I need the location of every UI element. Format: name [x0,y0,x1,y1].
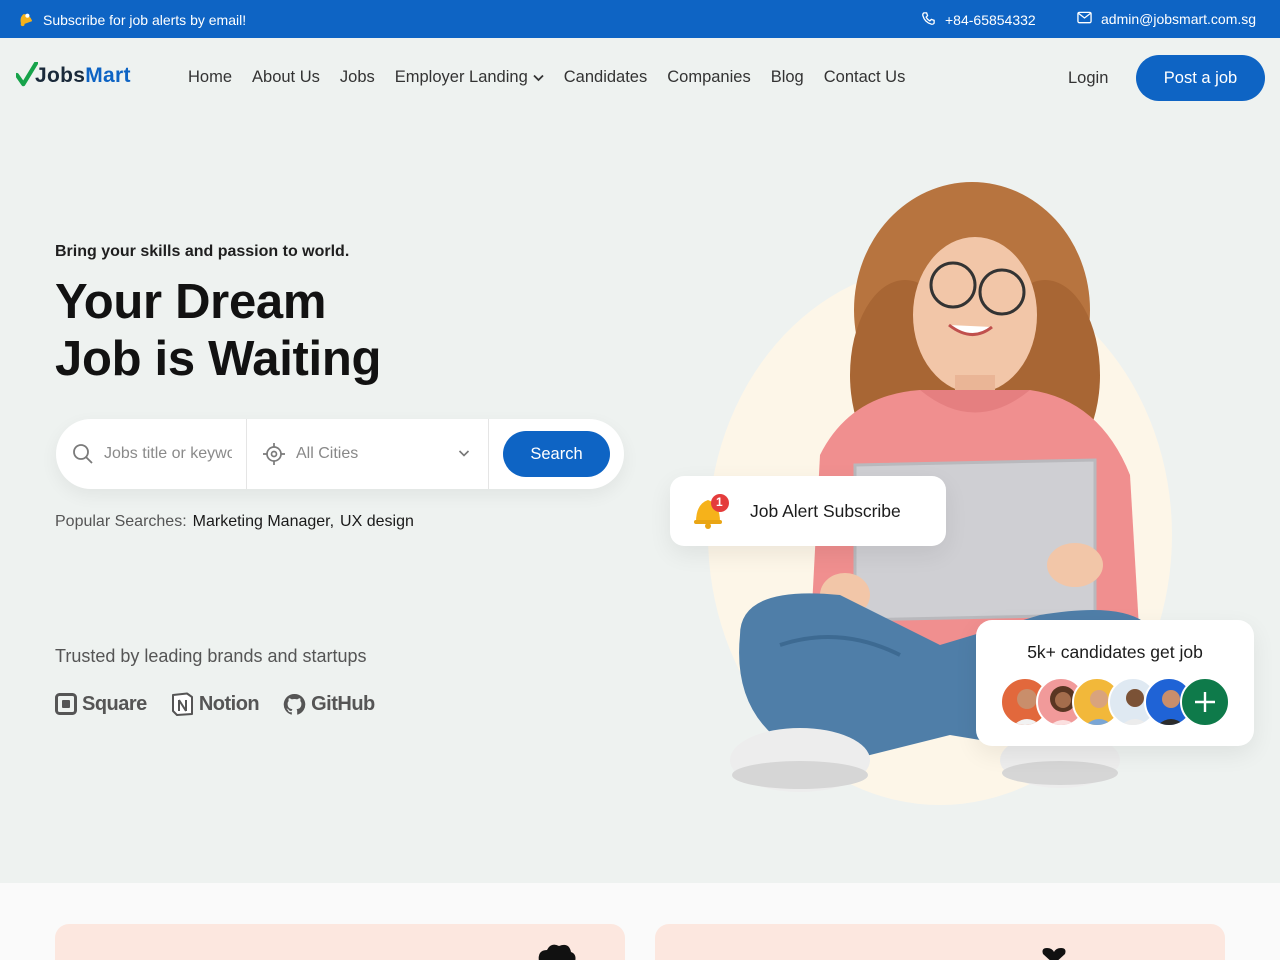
job-search-form: All Cities Search [56,419,624,489]
brand-notion: Notion [171,692,260,716]
brand-github-name: GitHub [311,692,375,715]
heart-icon [1042,948,1066,960]
city-select-value: All Cities [296,445,359,462]
popular-term-ux-design[interactable]: UX design [340,513,414,531]
logo[interactable]: Jobs Mart [16,62,131,88]
hero-headline: Your Dream Job is Waiting [55,274,381,388]
logo-text-mart: Mart [85,64,131,87]
headline-line-2: Job is Waiting [55,332,382,386]
login-link[interactable]: Login [1068,69,1108,88]
city-select[interactable]: All Cities [262,419,470,489]
mail-icon [1077,11,1092,27]
nav-candidates[interactable]: Candidates [564,68,647,87]
hero-tagline: Bring your skills and passion to world. [55,243,350,260]
trusted-by-text: Trusted by leading brands and startups [55,646,367,666]
logo-text-jobs: Jobs [35,64,86,87]
candidates-count-label: 5k+ candidates get job [1027,642,1203,662]
subscribe-banner[interactable]: Subscribe for job alerts by email! [16,10,246,29]
candidates-card: 5k+ candidates get job [976,620,1254,746]
nav-contact-us[interactable]: Contact Us [824,68,906,87]
brand-square-name: Square [82,692,147,715]
location-target-icon [263,443,285,465]
category-card[interactable] [55,924,625,960]
phone-number: +84-65854332 [945,12,1036,28]
chevron-down-icon [458,450,470,457]
github-logo-icon [283,693,306,715]
top-bar: Subscribe for job alerts by email! +84-6… [0,0,1280,38]
notification-bell-icon [694,494,729,529]
main-nav: Home About Us Jobs Employer Landing Cand… [188,68,905,87]
nav-employer-landing[interactable]: Employer Landing [395,68,544,87]
notification-badge: 1 [716,495,723,509]
subscribe-text: Subscribe for job alerts by email! [43,11,247,28]
nav-about-us[interactable]: About Us [252,68,320,87]
job-alert-label: Job Alert Subscribe [750,501,901,521]
job-alert-card[interactable]: 1 Job Alert Subscribe [670,476,946,546]
search-icon [73,444,93,464]
search-divider [246,419,247,489]
search-button[interactable]: Search [503,431,610,477]
post-job-button[interactable]: Post a job [1136,55,1265,101]
category-card[interactable] [655,924,1225,960]
phone-contact[interactable]: +84-65854332 [921,11,1036,29]
nav-blog[interactable]: Blog [771,68,804,87]
brand-notion-name: Notion [198,692,260,715]
headline-line-1: Your Dream [55,275,327,329]
notion-logo-icon [171,692,193,716]
cloud-icon [538,944,576,960]
nav-jobs[interactable]: Jobs [340,68,375,87]
email-contact[interactable]: admin@jobsmart.com.sg [1077,11,1256,27]
keyword-field [72,419,246,489]
nav-home[interactable]: Home [188,68,232,87]
nav-employer-landing-label: Employer Landing [394,68,528,86]
brand-logos: Square Notion GitHub [55,692,375,716]
search-divider [488,419,489,489]
candidate-avatars [1000,677,1240,727]
add-candidate-button[interactable] [1180,677,1230,727]
phone-icon [921,11,936,29]
chevron-down-icon [533,74,544,81]
popular-term-marketing-manager[interactable]: Marketing Manager, [193,513,334,531]
nav-companies[interactable]: Companies [667,68,750,87]
popular-searches: Popular Searches: Marketing Manager, UX … [55,513,414,531]
keyword-input[interactable] [104,445,232,463]
brand-github: GitHub [283,693,375,716]
square-logo-icon [55,693,77,715]
plus-icon [1195,692,1215,712]
bell-icon [16,10,35,29]
brand-square: Square [55,693,147,716]
email-address: admin@jobsmart.com.sg [1101,11,1257,27]
popular-searches-label: Popular Searches: [55,513,187,530]
